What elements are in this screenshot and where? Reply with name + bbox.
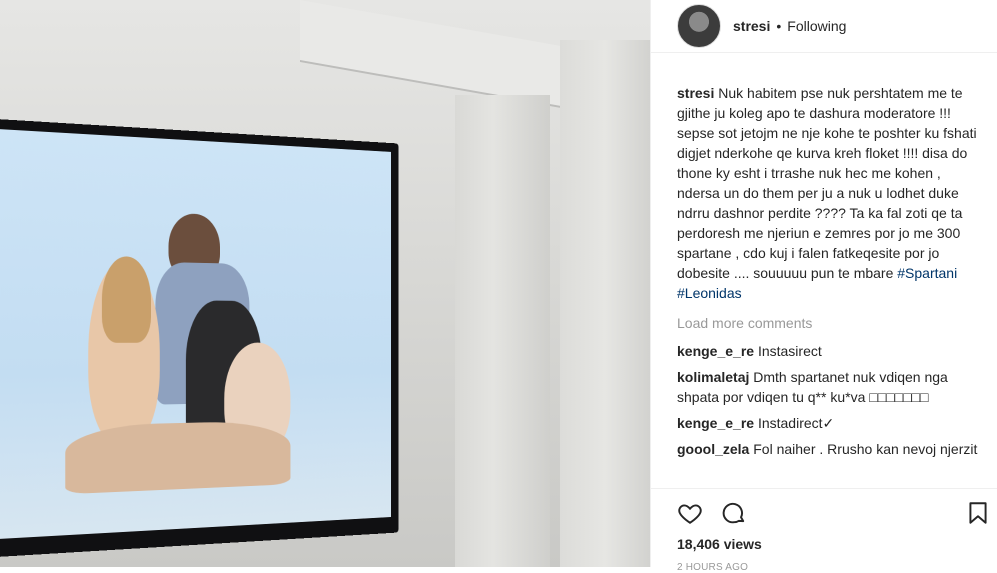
caption: stresi Nuk habitem pse nuk pershtatem me… (677, 83, 978, 303)
header-username[interactable]: stresi (733, 18, 770, 34)
post-video[interactable] (0, 0, 650, 567)
wall-column-right (560, 40, 650, 567)
hashtag-link[interactable]: #Leonidas (677, 285, 742, 301)
heart-icon[interactable] (677, 500, 703, 531)
list-item: kenge_e_re Instadirect✓ (677, 413, 978, 433)
comment-text: Instasirect (757, 343, 822, 359)
post-header: stresi • Following (651, 0, 997, 53)
comment-text: Instadirect✓ (757, 415, 835, 431)
wall-column (455, 95, 550, 567)
list-item: kolimaletaj Dmth spartanet nuk vdiqen ng… (677, 367, 978, 407)
comment-list: stresi Nuk habitem pse nuk pershtatem me… (651, 53, 997, 459)
load-more-comments-button[interactable]: Load more comments (677, 313, 978, 333)
tv-screen (0, 128, 391, 540)
comment-username[interactable]: kenge_e_re (677, 415, 754, 431)
action-bar (651, 488, 997, 537)
separator-dot: • (776, 18, 782, 34)
comment-username[interactable]: goool_zela (677, 441, 749, 457)
comment-text: Fol naiher . Rrusho kan nevoj njerzit (753, 441, 978, 457)
hashtag-link[interactable]: #Spartani (897, 265, 957, 281)
post-sidebar: stresi • Following stresi Nuk habitem ps… (650, 0, 997, 573)
comment-username[interactable]: kolimaletaj (677, 369, 749, 385)
following-button[interactable]: Following (787, 18, 846, 34)
avatar[interactable] (677, 4, 721, 48)
post-timestamp: 2 HOURS AGO (677, 562, 749, 573)
television (0, 118, 399, 558)
caption-text: Nuk habitem pse nuk pershtatem me te gji… (677, 85, 977, 281)
bookmark-icon[interactable] (965, 500, 991, 531)
list-item: kenge_e_re Instasirect (677, 341, 978, 361)
comment-username[interactable]: kenge_e_re (677, 343, 754, 359)
comment-bubble-icon[interactable] (721, 500, 747, 531)
instagram-post: stresi • Following stresi Nuk habitem ps… (0, 0, 997, 573)
view-count: 18,406 views (677, 536, 762, 552)
person-figure (65, 420, 291, 495)
person-figure (101, 255, 152, 343)
list-item: goool_zela Fol naiher . Rrusho kan nevoj… (677, 439, 978, 459)
caption-username[interactable]: stresi (677, 85, 714, 101)
